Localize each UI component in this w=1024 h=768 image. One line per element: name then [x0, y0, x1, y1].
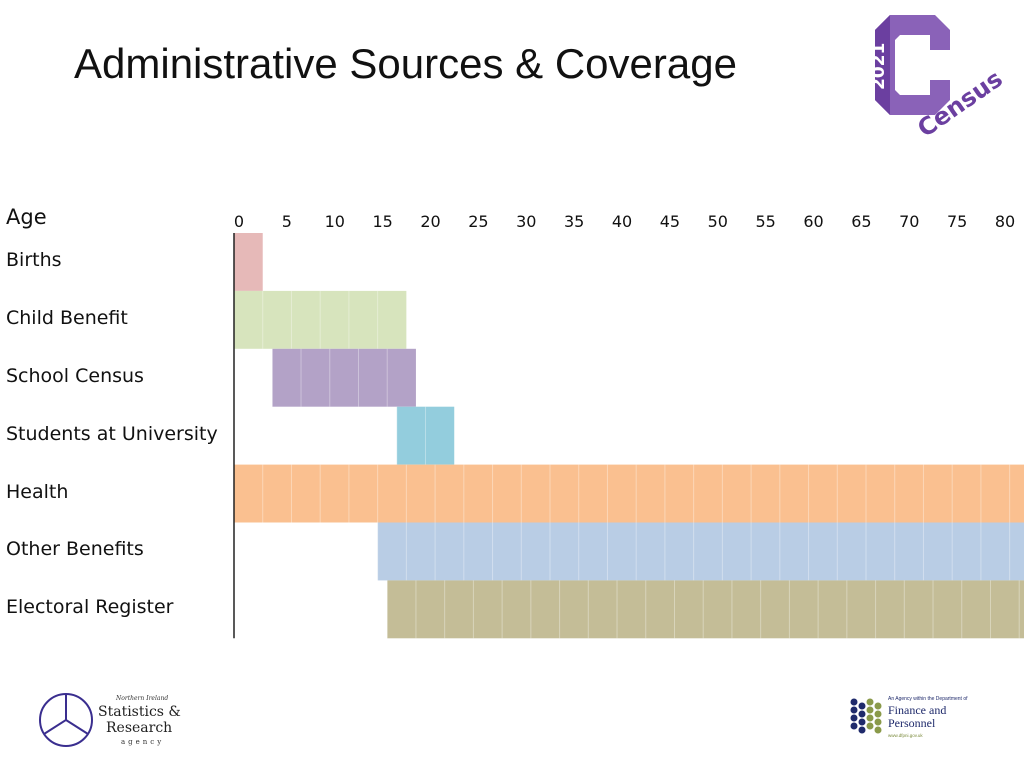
- nisra-line2: Research: [106, 720, 172, 736]
- x-tick-label: 60: [803, 212, 823, 231]
- x-tick-label: 10: [325, 212, 345, 231]
- x-tick-label: 30: [516, 212, 536, 231]
- dfp-tagline: An Agency within the Department of: [888, 696, 968, 702]
- x-tick-label: 80: [995, 212, 1015, 231]
- x-tick-label: 40: [612, 212, 632, 231]
- dfp-line2: Personnel: [888, 716, 936, 730]
- chart-svg: 0 5 10 15 20 25 30 35 40 45 50 55 60 65 70 75 80: [233, 212, 1024, 639]
- x-tick-label: 35: [564, 212, 584, 231]
- x-tick-label: 20: [420, 212, 440, 231]
- dfp-logo-dot: [874, 726, 882, 734]
- dfp-logo-dot: [874, 702, 882, 710]
- nisra-line1: Statistics &: [98, 704, 181, 720]
- dfp-logo-dot: [858, 702, 866, 710]
- x-tick-label: 65: [851, 212, 871, 231]
- dfp-logo-dot: [850, 722, 858, 730]
- x-tick-label: 45: [660, 212, 680, 231]
- dfp-logo-dot: [866, 714, 874, 722]
- dfp-line1: Finance and: [888, 703, 946, 717]
- x-tick-label: 70: [899, 212, 919, 231]
- x-tick-label: 75: [947, 212, 967, 231]
- dfp-logo-dot: [858, 726, 866, 734]
- dfp-logo-dot: [858, 718, 866, 726]
- bar-births: [234, 233, 263, 291]
- bar-school-census: [272, 348, 416, 407]
- x-tick-label: 25: [468, 212, 488, 231]
- nisra-line3: agency: [121, 738, 164, 746]
- x-tick-label: 15: [372, 212, 392, 231]
- dfp-logo-dot: [874, 718, 882, 726]
- x-tick-label: 0: [234, 212, 244, 231]
- dfp-logo-dot: [850, 706, 858, 714]
- bar-electoral-register: [387, 580, 1024, 639]
- dfp-logo-dot: [866, 706, 874, 714]
- dfp-logo-dot: [866, 722, 874, 730]
- x-tick-label: 50: [708, 212, 728, 231]
- nisra-logo: Northern Ireland Statistics & Research a…: [36, 690, 196, 750]
- x-tick-label: 55: [755, 212, 775, 231]
- dfp-logo-dot: [850, 714, 858, 722]
- bar-other-benefits: [377, 522, 1024, 581]
- nisra-top-text: Northern Ireland: [115, 695, 168, 702]
- bar-health: [234, 464, 1024, 523]
- dfp-logo: An Agency within the Department of Finan…: [848, 692, 998, 742]
- x-tick-label: 5: [282, 212, 292, 231]
- dfp-logo-dot: [874, 710, 882, 718]
- dfp-logo-dot: [866, 698, 874, 706]
- dfp-url: www.dfpni.gov.uk: [888, 733, 923, 738]
- dfp-logo-dot: [850, 698, 858, 706]
- dfp-logo-dot: [858, 710, 866, 718]
